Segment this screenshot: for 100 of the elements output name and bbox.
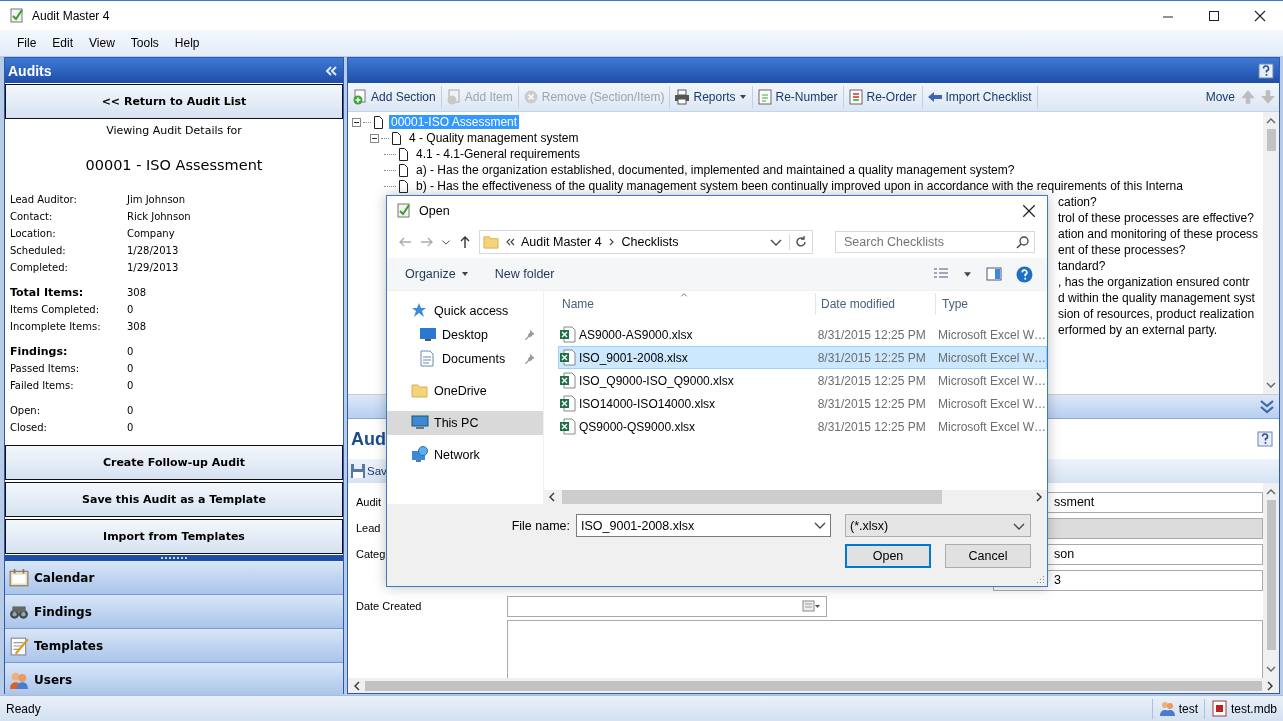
search-field[interactable]: Search Checklists (835, 231, 1035, 253)
return-button[interactable]: << Return to Audit List (5, 84, 343, 119)
toolbar-button[interactable]: Re-Number (754, 86, 844, 108)
file-row[interactable]: AS9000-AS9000.xlsx 8/31/2015 12:25 PM Microsoft Excel W… (558, 323, 1047, 346)
file-type: Microsoft Excel W… (938, 373, 1046, 388)
action-button[interactable]: Create Follow-up Audit (5, 445, 343, 480)
user-name: test (1178, 701, 1198, 716)
open-button[interactable]: Open (845, 544, 931, 568)
nav-item[interactable]: This PC (387, 411, 543, 435)
scrollbar[interactable] (1263, 483, 1279, 678)
tree-item[interactable]: erformed by an external party. (1056, 323, 1220, 337)
toolbar-button[interactable]: Re-Order (845, 86, 923, 108)
action-button[interactable]: Import from Templates (5, 519, 343, 554)
file-row[interactable]: ISO14000-ISO14000.xlsx 8/31/2015 12:25 PM Microsoft Excel W… (558, 392, 1047, 415)
tree-item[interactable]: , has the organization ensured contr (1056, 275, 1252, 289)
scrollbar[interactable] (544, 490, 1047, 504)
file-row[interactable]: ISO_Q9000-ISO_Q9000.xlsx 8/31/2015 12:25 PM Microsoft Excel W… (558, 369, 1047, 392)
detail-value: Rick Johnson (127, 211, 191, 222)
tree-item[interactable]: cation? (1056, 195, 1099, 209)
close-icon[interactable] (1253, 8, 1267, 23)
detail-value: Company (127, 228, 175, 239)
scrollbar[interactable] (1263, 112, 1279, 394)
file-name: AS9000-AS9000.xlsx (579, 327, 693, 342)
collapse-toggle-icon[interactable] (370, 133, 379, 143)
toolbar-button[interactable]: Reports (672, 86, 753, 108)
detail-label: Failed Items: (10, 380, 75, 391)
file-name-field[interactable]: ISO_9001-2008.xlsx (576, 514, 831, 537)
nav-item[interactable]: Quick access (387, 299, 543, 323)
nav-button[interactable]: Users (5, 663, 343, 697)
nav-item[interactable]: Documents (387, 347, 543, 371)
refresh-icon[interactable] (789, 234, 809, 250)
scroll-thumb[interactable] (1266, 500, 1276, 650)
pin-icon[interactable] (525, 353, 537, 365)
tree-item[interactable]: b) - Has the effectiveness of the quality management system been continually improved upon in accordance with the requirements of this Interna (414, 179, 1185, 193)
action-button[interactable]: Save this Audit as a Template (5, 482, 343, 517)
grip-icon (160, 556, 188, 560)
menu-item[interactable]: View (81, 36, 123, 50)
menu-item[interactable]: Tools (122, 36, 167, 50)
arrow-icon (926, 89, 943, 105)
search-icon (1015, 235, 1031, 251)
file-row[interactable]: ISO_9001-2008.xlsx 8/31/2015 12:25 PM Microsoft Excel W… (558, 346, 1047, 369)
calendar-dropdown-icon[interactable] (802, 599, 822, 613)
help-icon[interactable] (1016, 265, 1033, 283)
toolbar-button[interactable]: Organize (399, 265, 475, 283)
breadcrumb[interactable]: Audit Master 4 (521, 235, 602, 249)
caret-icon[interactable] (963, 269, 972, 279)
tree-item[interactable]: ent of these processes? (1056, 243, 1188, 257)
tree-item[interactable]: ation and monitoring of these process (1056, 227, 1261, 241)
collapse-toggle-icon[interactable] (352, 117, 361, 127)
detail-label: Incomplete Items: (10, 321, 102, 332)
date-field[interactable] (507, 595, 827, 617)
nav-button[interactable]: Findings (5, 595, 343, 629)
scrollbar[interactable] (348, 678, 1279, 693)
address-bar[interactable]: Audit Master 4 Checklists (479, 230, 813, 254)
toolbar-button[interactable]: New folder (488, 265, 561, 283)
toolbar-button[interactable]: Add Section (350, 86, 442, 108)
scroll-thumb[interactable] (562, 490, 942, 504)
pin-icon[interactable] (525, 329, 537, 341)
file-type-dropdown[interactable]: (*.xlsx) (845, 514, 1031, 537)
menu-item[interactable]: Edit (44, 36, 82, 50)
tree-item[interactable]: tandard? (1056, 259, 1108, 273)
column-header[interactable]: Name (544, 293, 816, 315)
breadcrumb[interactable]: Checklists (621, 235, 679, 249)
spreadsheet-icon (559, 372, 576, 389)
nav-item[interactable]: OneDrive (387, 379, 543, 403)
column-header[interactable]: Date modified (816, 293, 936, 315)
column-header[interactable]: Type (936, 293, 1047, 315)
double-chevron-icon[interactable] (1259, 398, 1275, 415)
toolbar-button[interactable]: Import Checklist (924, 86, 1038, 108)
tree-item[interactable]: sion of resources, product realization (1056, 307, 1257, 321)
sort-icon (678, 291, 690, 299)
detail-value: 0 (127, 363, 134, 374)
file-date: 8/31/2015 12:25 PM (817, 350, 927, 365)
menu-item[interactable]: Help (166, 36, 208, 50)
tree-item[interactable]: 4.1 - 4.1-General requirements (414, 147, 583, 161)
help-icon[interactable] (1257, 431, 1273, 447)
tree-item[interactable]: 4 - Quality management system (407, 131, 581, 145)
tree-item[interactable]: a) - Has the organization established, documented, implemented and maintained a quality management system? (414, 163, 1017, 177)
add-document-icon (352, 89, 368, 105)
file-row[interactable]: QS9000-QS9000.xlsx 8/31/2015 12:25 PM Microsoft Excel W… (558, 415, 1047, 438)
tree-item[interactable]: trol of these processes are effective? (1056, 211, 1256, 225)
preview-pane-icon[interactable] (986, 266, 1002, 282)
detail-label: Total Items: (10, 286, 85, 299)
maximize-icon[interactable] (1207, 8, 1221, 23)
close-icon[interactable] (1021, 203, 1037, 219)
nav-button[interactable]: Templates (5, 629, 343, 663)
save-button[interactable]: Sav (348, 460, 387, 482)
menu-item[interactable]: File (9, 36, 45, 50)
cancel-button[interactable]: Cancel (945, 544, 1031, 568)
notes-field[interactable] (507, 619, 1263, 680)
help-icon[interactable] (1258, 62, 1274, 79)
nav-item[interactable]: Network (387, 443, 543, 467)
caret-icon[interactable] (441, 237, 451, 247)
nav-button[interactable]: Calendar (5, 561, 343, 595)
resize-grip-icon[interactable] (1034, 573, 1046, 585)
nav-item[interactable]: Desktop (387, 323, 543, 347)
scroll-thumb[interactable] (1266, 129, 1276, 151)
tree-item[interactable]: d within the quality management syst (1056, 291, 1257, 305)
collapse-icon[interactable] (324, 63, 338, 78)
scroll-thumb[interactable] (365, 680, 1262, 691)
